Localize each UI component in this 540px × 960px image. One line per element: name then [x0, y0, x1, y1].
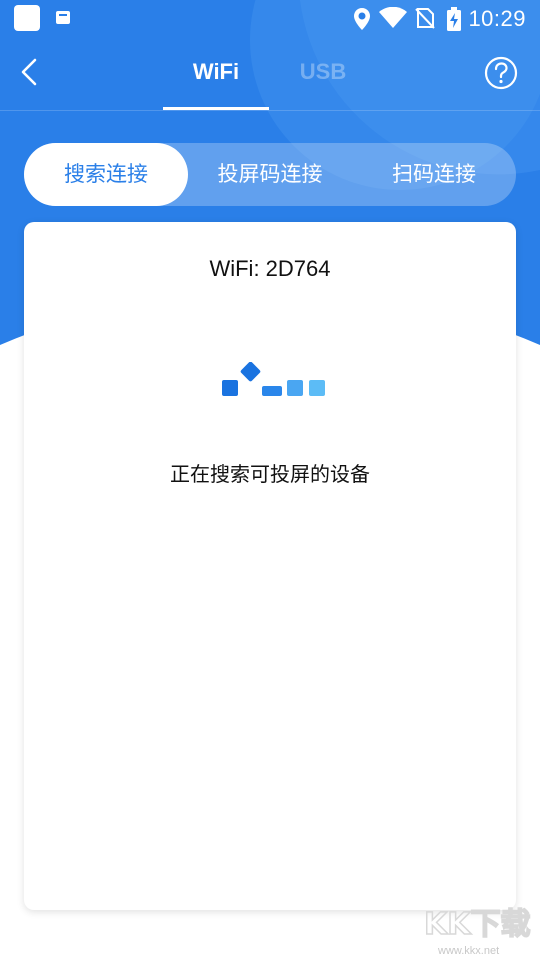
app-notification-icon [14, 5, 40, 31]
location-icon [354, 8, 370, 30]
loading-indicator-icon [222, 362, 325, 396]
segment-cast-code-connect[interactable]: 投屏码连接 [188, 143, 352, 206]
search-card: WiFi: 2D764 正在搜索可投屏的设备 [24, 222, 516, 910]
segment-search-connect[interactable]: 搜索连接 [24, 143, 188, 206]
svg-text:KK下载: KK下载 [424, 907, 531, 942]
app-bar: WiFi USB [0, 36, 540, 110]
wifi-signal-icon [379, 7, 407, 28]
no-sim-icon [415, 8, 435, 29]
status-bar: 10:29 [0, 0, 540, 36]
help-icon[interactable] [484, 56, 518, 90]
back-button[interactable] [12, 54, 46, 90]
status-time: 10:29 [468, 6, 526, 31]
watermark-url: www.kkx.net [438, 945, 500, 957]
android-notification-icon [56, 11, 70, 24]
tab-usb[interactable]: USB [270, 54, 376, 90]
searching-status-text: 正在搜索可投屏的设备 [170, 462, 370, 486]
header-divider [0, 110, 540, 111]
chevron-left-icon [21, 58, 37, 86]
battery-charging-icon [447, 7, 461, 31]
tab-wifi[interactable]: WiFi [163, 54, 269, 90]
wifi-name-label: WiFi: 2D764 [209, 256, 331, 281]
segment-scan-connect[interactable]: 扫码连接 [352, 143, 516, 206]
connection-mode-selector: 搜索连接 投屏码连接 扫码连接 [24, 143, 516, 206]
